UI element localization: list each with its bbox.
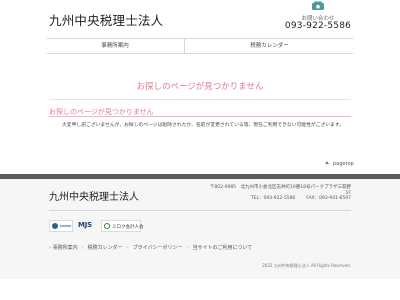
footer-contact: TEL：093-922-5586 FAX：093-941-6597 [206,195,351,201]
footer-links: › 事務所案内 › 税務カレンダー › プライバシーポリシー › 当サイトのご利用について [49,244,252,251]
page-title: お探しのページが見つかりません [136,82,264,92]
error-message: 大変申し訳ございませんが、お探しのページは削除されたか、名前が変更されている等、… [62,123,344,128]
partner-logo-1[interactable] [49,220,73,232]
emblem-icon [52,223,58,229]
footer-link-separator: › [126,245,129,251]
contact-phone-number[interactable]: 093-922-5586 [283,21,353,31]
footer-link-separator: › [186,245,189,251]
nav-item-tax-calendar[interactable]: 税務カレンダー [184,39,354,53]
bullet-icon: › [49,245,51,251]
miroku-logo-text: ミロク会計人会 [112,224,144,230]
footer-link-site-terms[interactable]: 当サイトのご利用について [193,245,253,251]
mjs-logo[interactable]: MJS [76,220,98,232]
footer-fax: FAX：093-941-6597 [306,196,351,201]
arrow-up-icon [325,161,329,164]
pagetop-label: pagetop [333,161,354,167]
footer-site-title: 九州中央税理士法人 [49,192,139,203]
site-title[interactable]: 九州中央税理士法人 [49,10,163,29]
logo-wordmark-bar [60,225,71,227]
pagetop-link[interactable]: pagetop [325,161,354,167]
footer-link-tax-calendar[interactable]: 税務カレンダー [88,245,123,251]
phone-icon [312,1,324,10]
miroku-logo[interactable]: ミロク会計人会 [101,220,144,232]
section-divider [49,116,351,117]
footer-link-privacy[interactable]: プライバシーポリシー [133,245,183,251]
global-nav: 事務所案内 税務カレンダー [47,38,353,54]
circle-emblem-icon [104,223,110,229]
contact-box[interactable]: お問い合わせ 093-922-5586 [283,0,353,34]
footer-divider [49,210,351,211]
footer-link-office-guide[interactable]: 事務所案内 [53,245,78,251]
nav-item-office-guide[interactable]: 事務所案内 [47,39,183,53]
footer-link-separator: › [81,245,84,251]
mjs-logo-text: MJS [78,221,93,229]
footer-bottom-strip [0,279,400,300]
footer-tel: TEL：093-922-5586 [250,196,296,201]
copyright: 2022 九州中央税理士法人 All Rights Reserved. [262,263,351,268]
title-divider [49,99,351,100]
